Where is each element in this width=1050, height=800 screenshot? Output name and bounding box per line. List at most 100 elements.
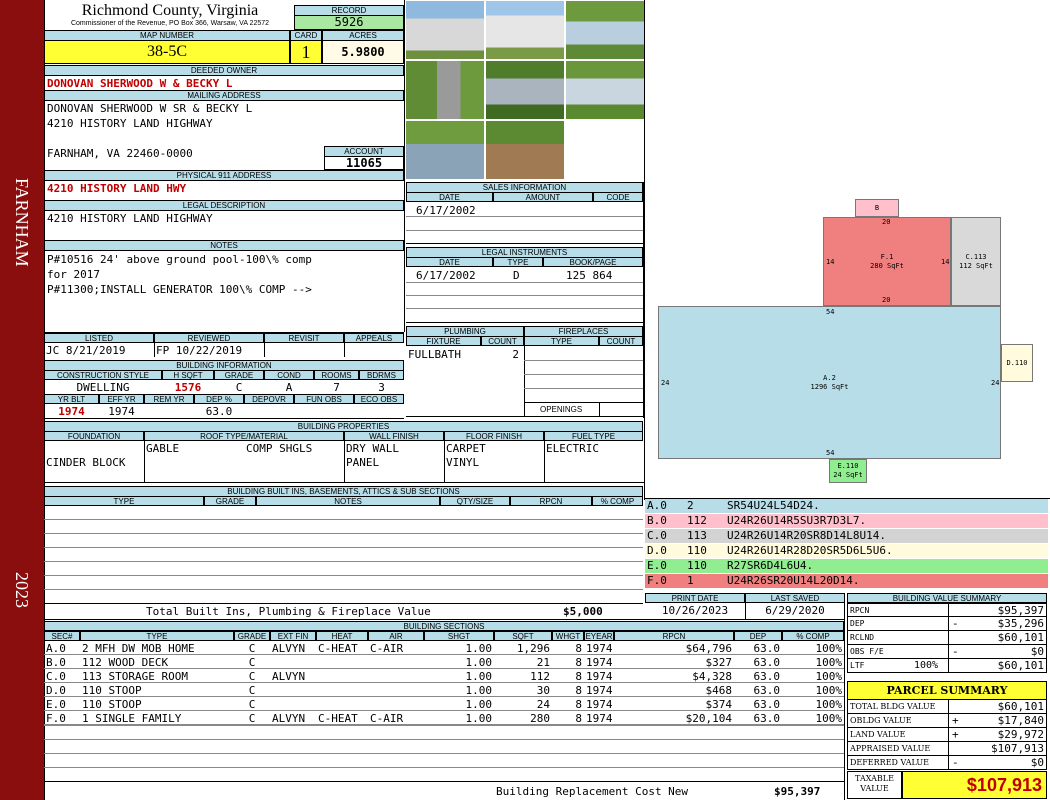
bi-col-ecoobs: ECO OBS (354, 394, 404, 404)
value-summary-row: DEP - $35,296 (847, 617, 1047, 631)
taxable-value: $107,913 (902, 771, 1047, 799)
table-row[interactable]: C.0 113 STORAGE ROOM C ALVYN 1.00 112 8 1974 $4,… (44, 669, 844, 683)
mailing-line3: FARNHAM, VA 22460-0000 (47, 147, 193, 160)
sketch-area-f[interactable]: F.1 280 SqFt (823, 217, 951, 306)
table-cell: C (248, 670, 256, 683)
dim-a-left: 24 (661, 379, 670, 387)
photo-garage-1[interactable] (405, 0, 485, 60)
table-row[interactable]: A.0 2 MFH DW MOB HOME C ALVYN C-HEAT C-AIR 1.0… (44, 641, 844, 655)
photo-carport[interactable] (485, 60, 565, 120)
segment-row[interactable]: D.0 110 U24R26U14R28D20SR5D6L5U6. (645, 544, 1048, 558)
parcel-summary-value: $107,913 (991, 742, 1044, 755)
value-summary-row: RPCN $95,397 (847, 603, 1047, 617)
bi-dep: 63.0 (205, 405, 233, 418)
segment-row[interactable]: C.0 113 U24R26U14R20SR8D14L8U14. (645, 529, 1048, 543)
table-cell: ALVYN (272, 670, 306, 683)
value-summary-label: BUILDING VALUE SUMMARY (847, 593, 1047, 603)
table-row[interactable]: B.0 112 WOOD DECK C 1.00 21 8 1974 $327 63.0 100% (44, 655, 844, 669)
sections-col-10: RPCN (614, 631, 734, 641)
sections-total-value: $95,397 (774, 785, 821, 798)
table-cell: 8 (575, 670, 582, 683)
photo-house-1[interactable] (565, 0, 645, 60)
sketch-area-b[interactable]: B (855, 199, 899, 217)
photo-deck-1[interactable] (405, 120, 485, 180)
parcel-summary-row: APPRAISED VALUE $107,913 (847, 742, 1047, 756)
table-row[interactable]: E.0 110 STOOP C 1.00 24 8 1974 $374 63.0 100% (44, 697, 844, 711)
revisit-label: REVISIT (264, 333, 344, 343)
sidebar: FARNHAM 2023 (0, 0, 44, 800)
table-cell: 1974 (586, 712, 613, 725)
parcel-summary-value: $17,840 (997, 714, 1044, 727)
fireplaces-col-type: TYPE (524, 336, 599, 346)
bi-col-cond: COND (264, 370, 314, 380)
table-cell: 63.0 (753, 642, 781, 655)
county-name: Richmond County, Virginia (81, 2, 259, 19)
table-cell: 100% (815, 698, 843, 711)
segment-code: C.0 (647, 529, 667, 542)
prop-wall1: DRY WALL (346, 442, 399, 455)
table-cell: 63.0 (753, 684, 781, 697)
segment-row[interactable]: A.0 2 SR54U24L54D24. (645, 499, 1048, 513)
table-cell: C (248, 712, 256, 725)
sketch-area-e[interactable]: D.110E.11024 SqFt (829, 459, 867, 483)
photo-deck-2[interactable] (485, 120, 565, 180)
table-cell: 100% (815, 656, 843, 669)
sketch-area-d[interactable]: D.110 (1001, 344, 1033, 382)
sections-col-2: GRADE (234, 631, 270, 641)
builtins-col-comp: % COMP (592, 496, 643, 506)
prop-foundation: CINDER BLOCK (46, 456, 126, 469)
legal-value: 4210 HISTORY LAND HIGHWAY (47, 212, 213, 225)
prop-col-fuel: FUEL TYPE (544, 431, 643, 441)
parcel-summary-sign: + (952, 728, 959, 741)
photo-mailbox[interactable] (405, 60, 485, 120)
table-cell: C (248, 656, 256, 669)
reviewed-value: FP 10/22/2019 (156, 344, 243, 357)
table-row[interactable]: F.0 1 SINGLE FAMILY C ALVYN C-HEAT C-AIR 1.00 2… (44, 711, 844, 725)
notes-line2: for 2017 (47, 268, 100, 281)
table-cell: C.0 (46, 670, 66, 683)
value-summary-key: OBS F/E (850, 647, 884, 656)
segment-num: 1 (687, 574, 694, 587)
plumbing-count: 2 (512, 348, 519, 361)
prop-floor2: VINYL (446, 456, 480, 469)
segment-row[interactable]: F.0 1 U24R26SR20U14L20D14. (645, 574, 1048, 588)
value-summary-row: OBS F/E - $0 (847, 645, 1047, 659)
dim-f-top: 20 (882, 218, 891, 226)
builtins-col-rpcn: RPCN (510, 496, 592, 506)
photo-garage-2[interactable] (485, 0, 565, 60)
dim-a-right: 24 (991, 379, 1000, 387)
table-cell: 63.0 (753, 656, 781, 669)
segment-path: R27SR6D4L6U4. (727, 559, 814, 572)
parcel-summary-value: $60,101 (997, 700, 1044, 713)
segment-row[interactable]: E.0 110 R27SR6D4L6U4. (645, 559, 1048, 573)
bi-effyr: 1974 (108, 405, 135, 418)
table-cell: 8 (575, 656, 582, 669)
sections-label: BUILDING SECTIONS (44, 621, 844, 631)
table-cell: 1974 (586, 698, 613, 711)
sketch-area-e-id: E.110 (837, 462, 859, 470)
county-address: Commissioner of the Revenue, PO Box 366,… (70, 20, 270, 27)
table-cell: 112 (530, 670, 550, 683)
sketch-area-c[interactable]: C.113 112 SqFt (951, 217, 1001, 306)
bi-col-hsqft: H SQFT (162, 370, 214, 380)
bi-col-yrblt: YR BLT (44, 394, 99, 404)
bi-col-remyr: REM YR (144, 394, 194, 404)
mailing-label: MAILING ADDRESS (44, 90, 404, 101)
table-cell: 1974 (586, 642, 613, 655)
segment-row[interactable]: B.0 112 U24R26U14R5SU3R7D3L7. (645, 514, 1048, 528)
sections-col-1: TYPE (80, 631, 234, 641)
sketch-area-a[interactable]: A.2 1296 SqFt (658, 306, 1001, 459)
table-cell: 8 (575, 642, 582, 655)
value-summary-value: $60,101 (997, 631, 1044, 644)
table-cell: C-AIR (370, 642, 404, 655)
segment-path: U24R26U14R20SR8D14L8U14. (727, 529, 886, 542)
parcel-summary-row: DEFERRED VALUE - $0 (847, 756, 1047, 770)
sketch-area-f-label: F.1 (880, 252, 894, 261)
print-date-label: PRINT DATE (645, 593, 745, 603)
segment-code: A.0 (647, 499, 667, 512)
bi-rooms: 7 (333, 381, 340, 394)
table-cell: C (248, 698, 256, 711)
table-row[interactable]: D.0 110 STOOP C 1.00 30 8 1974 $468 63.0 100% (44, 683, 844, 697)
photo-house-2[interactable] (565, 60, 645, 120)
segment-code: B.0 (647, 514, 667, 527)
